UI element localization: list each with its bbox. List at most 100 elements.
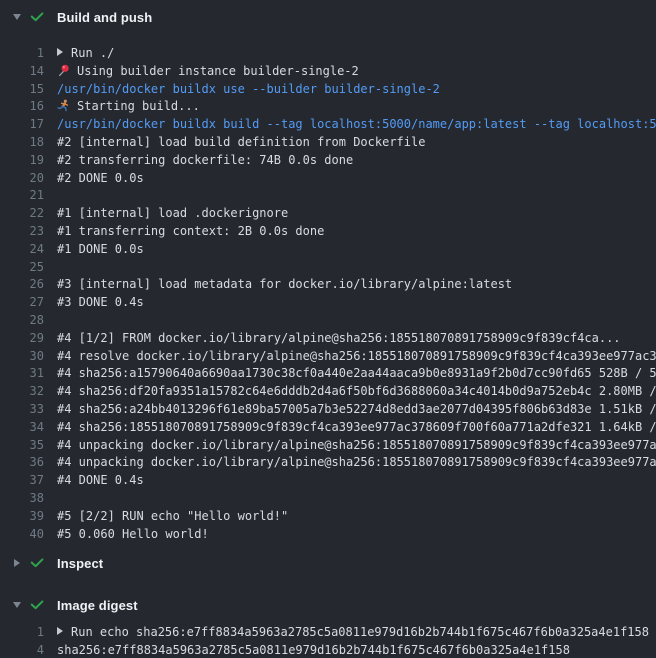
log-text-content: #1 [internal] load .dockerignore [57,206,288,220]
log-text-content: sha256:e7ff8834a5963a2785c5a0811e979d16b… [57,643,570,657]
line-number[interactable]: 1 [16,45,44,63]
line-number[interactable]: 32 [16,383,44,401]
log-line: 1 Run ./ [0,45,656,63]
log-line: 26 #3 [internal] load metadata for docker… [0,276,656,294]
log-step-image-digest: Image digest 1 Run echo sha256:e7ff8834a59… [0,589,656,658]
line-number[interactable]: 19 [16,152,44,170]
log-step-inspect: Inspect [0,547,656,579]
log-text: /usr/bin/docker buildx use --builder bui… [57,81,440,99]
line-number[interactable]: 39 [16,508,44,526]
log-text-content: #4 resolve docker.io/library/alpine@sha2… [57,349,656,363]
line-number[interactable]: 22 [16,205,44,223]
log-line: 37 #4 DONE 0.4s [0,472,656,490]
log-text: #4 [1/2] FROM docker.io/library/alpine@s… [57,330,621,348]
log-line: 1 Run echo sha256:e7ff8834a5963a2785c5a08… [0,624,656,642]
log-text: #4 sha256:df20fa9351a15782c64e6dddb2d4a6… [57,383,656,401]
step-title: Inspect [57,556,103,571]
step-header-image-digest[interactable]: Image digest [0,589,656,621]
line-number[interactable]: 18 [16,134,44,152]
log-text: Starting build... [57,98,200,116]
log-line: 4 sha256:e7ff8834a5963a2785c5a0811e979d16… [0,642,656,658]
chevron-down-icon [9,14,24,20]
log-text: #4 resolve docker.io/library/alpine@sha2… [57,348,656,366]
line-number[interactable]: 33 [16,401,44,419]
line-number[interactable]: 30 [16,348,44,366]
log-line: 25 [0,259,656,277]
log-text: #4 sha256:a15790640a6690aa1730c38cf0a440… [57,365,656,383]
line-number[interactable]: 21 [16,187,44,205]
log-text: #3 DONE 0.4s [57,294,144,312]
line-number[interactable]: 35 [16,437,44,455]
log-line: 28 [0,312,656,330]
log-line: 31 #4 sha256:a15790640a6690aa1730c38cf0a4… [0,365,656,383]
line-number[interactable]: 27 [16,294,44,312]
log-line: 34#4 sha256:185518070891758909c9f839cf4c… [0,419,656,437]
log-text: sha256:e7ff8834a5963a2785c5a0811e979d16b… [57,642,570,658]
log-line: 39 #5 [2/2] RUN echo "Hello world!" [0,508,656,526]
pushpin-icon [57,64,70,77]
line-number[interactable]: 26 [16,276,44,294]
line-number[interactable]: 25 [16,259,44,277]
log-line: 40 #5 0.060 Hello world! [0,526,656,544]
log-text: #4 sha256:a24bb4013296f61e89ba57005a7b3e… [57,401,656,419]
line-number[interactable]: 17 [16,116,44,134]
log-text: #4 unpacking docker.io/library/alpine@sh… [57,437,656,455]
line-number[interactable]: 40 [16,526,44,544]
log-text: #5 0.060 Hello world! [57,526,209,544]
log-text-content: #5 [2/2] RUN echo "Hello world!" [57,509,288,523]
line-number[interactable]: 16 [16,98,44,116]
step-log: 1Run ./14Using builder instance builder-… [0,34,656,547]
line-number[interactable]: 31 [16,365,44,383]
log-text: #3 [internal] load metadata for docker.i… [57,276,512,294]
log-text-content: Run ./ [71,46,114,60]
log-line: 19 #2 transferring dockerfile: 74B 0.0s d… [0,152,656,170]
line-number[interactable]: 15 [16,81,44,99]
step-header-inspect[interactable]: Inspect [0,547,656,579]
log-line: 21 [0,187,656,205]
success-check-icon [29,597,45,613]
log-line: 36#4 unpacking docker.io/library/alpine@… [0,454,656,472]
workflow-log-viewer: Build and push1Run ./14Using builder ins… [0,0,656,658]
log-text-content: #3 [internal] load metadata for docker.i… [57,277,512,291]
line-number[interactable]: 37 [16,472,44,490]
log-text: #1 DONE 0.0s [57,241,144,259]
line-number[interactable]: 14 [16,63,44,81]
log-line: 30 #4 resolve docker.io/library/alpine@sh… [0,348,656,366]
success-check-icon [29,555,45,571]
command-group-line[interactable]: Run ./ [57,45,114,63]
line-number[interactable]: 23 [16,223,44,241]
log-text: #4 DONE 0.4s [57,472,144,490]
line-number[interactable]: 20 [16,170,44,188]
expand-triangle-icon [57,627,63,635]
log-text-content: #2 transferring dockerfile: 74B 0.0s don… [57,153,353,167]
log-line: 33 #4 sha256:a24bb4013296f61e89ba57005a7b… [0,401,656,419]
log-line: 35 #4 unpacking docker.io/library/alpine@… [0,437,656,455]
command-group-line[interactable]: Run echo sha256:e7ff8834a5963a2785c5a081… [57,624,649,642]
log-line: 29 #4 [1/2] FROM docker.io/library/alpine… [0,330,656,348]
line-number[interactable]: 24 [16,241,44,259]
success-check-icon [29,9,45,25]
log-text-content: #2 DONE 0.0s [57,171,144,185]
step-title: Build and push [57,10,152,25]
line-number[interactable]: 1 [16,624,44,642]
log-text-content: #4 unpacking docker.io/library/alpine@sh… [57,438,656,452]
log-line: 32 #4 sha256:df20fa9351a15782c64e6dddb2d4… [0,383,656,401]
step-header-build-and-push[interactable]: Build and push [0,0,656,34]
line-number[interactable]: 36 [16,454,44,472]
step-title: Image digest [57,598,138,613]
line-number[interactable]: 29 [16,330,44,348]
log-line: 23#1 transferring context: 2B 0.0s done [0,223,656,241]
log-text: #5 [2/2] RUN echo "Hello world!" [57,508,288,526]
log-text: #2 DONE 0.0s [57,170,144,188]
chevron-right-icon [9,559,24,567]
log-text-content: Starting build... [77,99,200,113]
log-text-content: #4 DONE 0.4s [57,473,144,487]
line-number[interactable]: 34 [16,419,44,437]
line-number[interactable]: 4 [16,642,44,658]
log-text-content: Run echo sha256:e7ff8834a5963a2785c5a081… [71,625,649,639]
line-number[interactable]: 38 [16,490,44,508]
line-number[interactable]: 28 [16,312,44,330]
log-line: 38 [0,490,656,508]
log-text-content: #2 [internal] load build definition from… [57,135,425,149]
chevron-down-icon [9,602,24,608]
